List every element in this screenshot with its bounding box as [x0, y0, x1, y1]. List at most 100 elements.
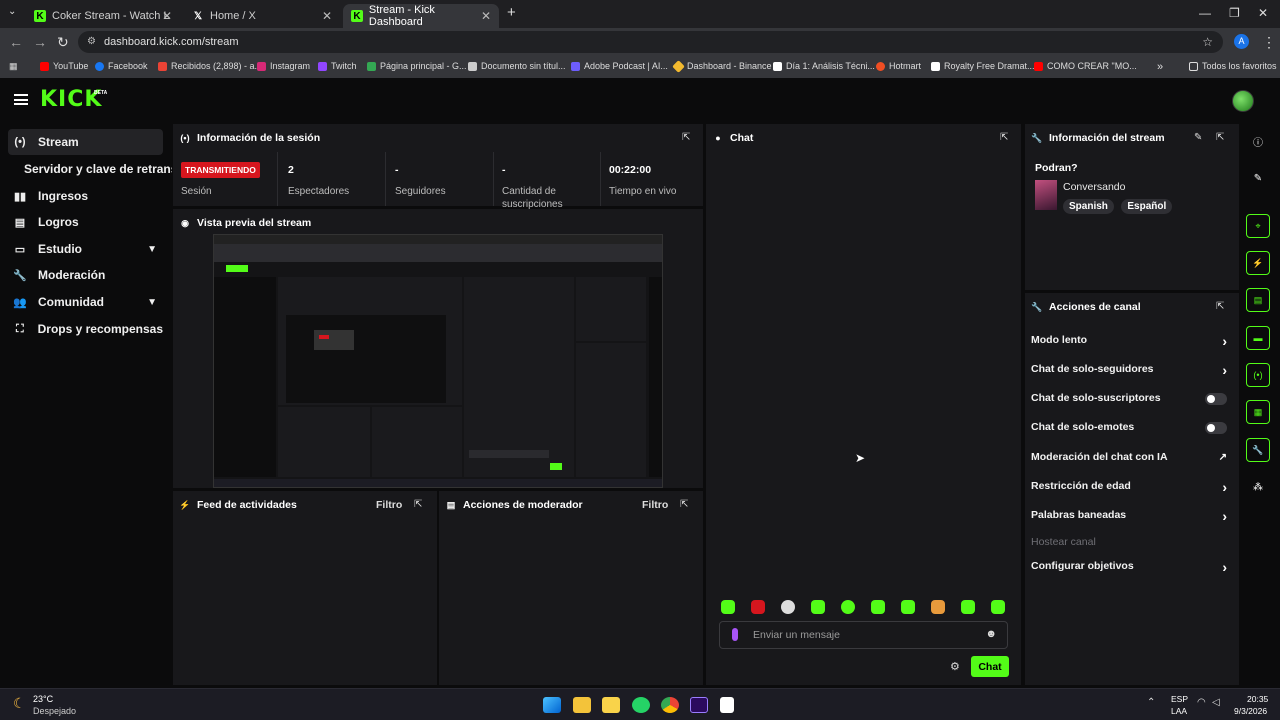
layers-icon[interactable]: ▦	[1246, 400, 1270, 424]
emote-icon[interactable]	[901, 600, 915, 614]
document-icon[interactable]: ▤	[1246, 288, 1270, 312]
broadcast-icon[interactable]: (•)	[1246, 363, 1270, 387]
chat-settings-gear-icon[interactable]: ⚙	[950, 660, 960, 673]
bookmark-twitch[interactable]: Twitch	[318, 61, 357, 71]
bookmark-adobe[interactable]: Adobe Podcast | AI...	[571, 61, 668, 71]
sidebar-item-stream[interactable]: (•) Stream	[8, 129, 163, 155]
menu-dots-icon[interactable]: ⋮	[1262, 34, 1276, 51]
url-input[interactable]: ⚙ dashboard.kick.com/stream ☆	[78, 31, 1223, 53]
bookmark-star-icon[interactable]: ☆	[1202, 31, 1213, 53]
emote-icon[interactable]	[931, 600, 945, 614]
restore-icon[interactable]: ❐	[1229, 6, 1240, 20]
stream-preview-video[interactable]	[213, 234, 663, 488]
document-icon[interactable]	[720, 697, 734, 713]
start-windows-icon[interactable]	[543, 697, 561, 713]
tab-search-icon[interactable]: ⌄	[8, 6, 16, 17]
all-bookmarks[interactable]: Todos los favoritos	[1189, 61, 1277, 71]
bookmark-hotmart[interactable]: Hotmart	[876, 61, 921, 71]
bookmark-youtube[interactable]: YouTube	[40, 61, 88, 71]
forward-icon[interactable]: →	[33, 34, 47, 50]
sidebar-item-estudio[interactable]: ▭ Estudio ▼	[8, 236, 163, 262]
clock-time[interactable]: 20:35	[1247, 694, 1268, 704]
chat-message-input[interactable]: Enviar un mensaje ☻	[719, 621, 1008, 649]
emote-icon[interactable]	[991, 600, 1005, 614]
sidebar-item-server-key[interactable]: Servidor y clave de retransmisión	[20, 156, 172, 182]
action-ai-moderation[interactable]: Moderación del chat con IA ↗	[1031, 451, 1227, 467]
expand-icon[interactable]: ⇱	[1000, 132, 1011, 143]
close-tab-icon[interactable]: ✕	[162, 9, 172, 23]
back-icon[interactable]: ←	[9, 34, 23, 50]
chat-send-button[interactable]: Chat	[971, 656, 1009, 677]
bookmark-gmail[interactable]: Recibidos (2,898) - a...	[158, 61, 262, 71]
emote-icon[interactable]	[781, 600, 795, 614]
tray-chevron-up-icon[interactable]: ⌃	[1147, 697, 1155, 708]
emotes-only-toggle[interactable]	[1205, 422, 1227, 434]
sidebar-item-ingresos[interactable]: ▮▮ Ingresos	[8, 183, 163, 209]
sidebar-item-comunidad[interactable]: 👥 Comunidad ▼	[8, 289, 163, 315]
clip-icon[interactable]: ⌖	[1246, 214, 1270, 238]
microphone-icon[interactable]	[732, 628, 738, 641]
add-widget-icon[interactable]: ⁂	[1246, 475, 1270, 499]
wifi-icon[interactable]: ◠	[1197, 697, 1206, 708]
bookmark-analisis[interactable]: Día 1: Análisis Técni...	[773, 61, 875, 71]
action-banned-words[interactable]: Palabras baneadas ›	[1031, 508, 1227, 525]
emoji-icon[interactable]: ☻	[985, 628, 997, 640]
wrench-icon[interactable]: 🔧	[1246, 438, 1270, 462]
sidebar-item-drops[interactable]: ⛶ Drops y recompensas	[8, 316, 163, 342]
filter-button[interactable]: Filtro	[376, 499, 402, 511]
bookmark-binance[interactable]: Dashboard - Binance	[672, 59, 772, 73]
file-explorer-icon[interactable]	[573, 697, 591, 713]
weather-temp[interactable]: 23°C	[33, 694, 53, 704]
apps-grid-icon[interactable]: ▦	[9, 61, 18, 72]
emote-icon[interactable]	[841, 600, 855, 614]
emote-icon[interactable]	[871, 600, 885, 614]
emote-icon[interactable]	[721, 600, 735, 614]
chrome-icon[interactable]	[661, 697, 679, 713]
tab-coker-stream[interactable]: K Coker Stream - Watch Live on K ✕	[26, 4, 180, 28]
emote-icon[interactable]	[961, 600, 975, 614]
sticky-notes-icon[interactable]	[602, 697, 620, 713]
premiere-icon[interactable]	[690, 697, 708, 713]
sidebar-item-logros[interactable]: ▤ Logros	[8, 209, 163, 235]
subscribers-only-toggle[interactable]	[1205, 393, 1227, 405]
lightning-icon[interactable]: ⚡	[1246, 251, 1270, 275]
edit-pencil-icon[interactable]: ✎	[1246, 166, 1270, 190]
chat-bubble-icon[interactable]: ▬	[1246, 326, 1270, 350]
filter-button[interactable]: Filtro	[642, 499, 668, 511]
tab-kick-dashboard[interactable]: K Stream - Kick Dashboard ✕	[343, 4, 499, 28]
action-followers-only[interactable]: Chat de solo-seguidores ›	[1031, 362, 1227, 379]
profile-avatar[interactable]: A	[1234, 34, 1249, 49]
language-top[interactable]: ESP	[1171, 694, 1188, 704]
user-avatar[interactable]	[1232, 90, 1254, 112]
emote-icon[interactable]	[811, 600, 825, 614]
volume-icon[interactable]: ◁	[1212, 697, 1220, 708]
hamburger-menu-icon[interactable]	[14, 94, 28, 105]
bookmark-facebook[interactable]: Facebook	[95, 61, 148, 71]
site-info-icon[interactable]: ⚙	[87, 31, 96, 53]
bookmark-royalty[interactable]: Royalty Free Dramat...	[931, 61, 1035, 71]
bookmark-docs[interactable]: Documento sin títul...	[468, 61, 566, 71]
tab-home-x[interactable]: 𝕏 Home / X ✕	[184, 4, 340, 28]
expand-icon[interactable]: ⇱	[682, 132, 693, 143]
close-window-icon[interactable]: ✕	[1258, 6, 1268, 20]
action-slow-mode[interactable]: Modo lento ›	[1031, 333, 1227, 350]
emote-icon[interactable]	[751, 600, 765, 614]
bookmark-drive[interactable]: Página principal - G...	[367, 61, 467, 71]
new-tab-icon[interactable]: +	[507, 4, 516, 21]
bookmark-instagram[interactable]: Instagram	[257, 61, 310, 71]
close-tab-icon[interactable]: ✕	[322, 9, 332, 23]
expand-icon[interactable]: ⇱	[1216, 132, 1227, 143]
more-bookmarks-icon[interactable]: »	[1157, 61, 1163, 73]
info-icon[interactable]: ⓘ	[1246, 129, 1270, 153]
action-age-restriction[interactable]: Restricción de edad ›	[1031, 479, 1227, 496]
expand-icon[interactable]: ⇱	[1216, 301, 1227, 312]
expand-icon[interactable]: ⇱	[414, 499, 425, 510]
whatsapp-icon[interactable]	[632, 697, 650, 713]
minimize-icon[interactable]: —	[1199, 6, 1211, 20]
reload-icon[interactable]: ↻	[57, 34, 69, 51]
edit-pencil-icon[interactable]: ✎	[1194, 132, 1205, 143]
close-tab-icon[interactable]: ✕	[481, 9, 491, 23]
action-configure-goals[interactable]: Configurar objetivos ›	[1031, 559, 1227, 576]
sidebar-item-moderacion[interactable]: 🔧 Moderación	[8, 262, 163, 288]
bookmark-como-crear[interactable]: COMO CREAR "MO...	[1034, 61, 1137, 71]
